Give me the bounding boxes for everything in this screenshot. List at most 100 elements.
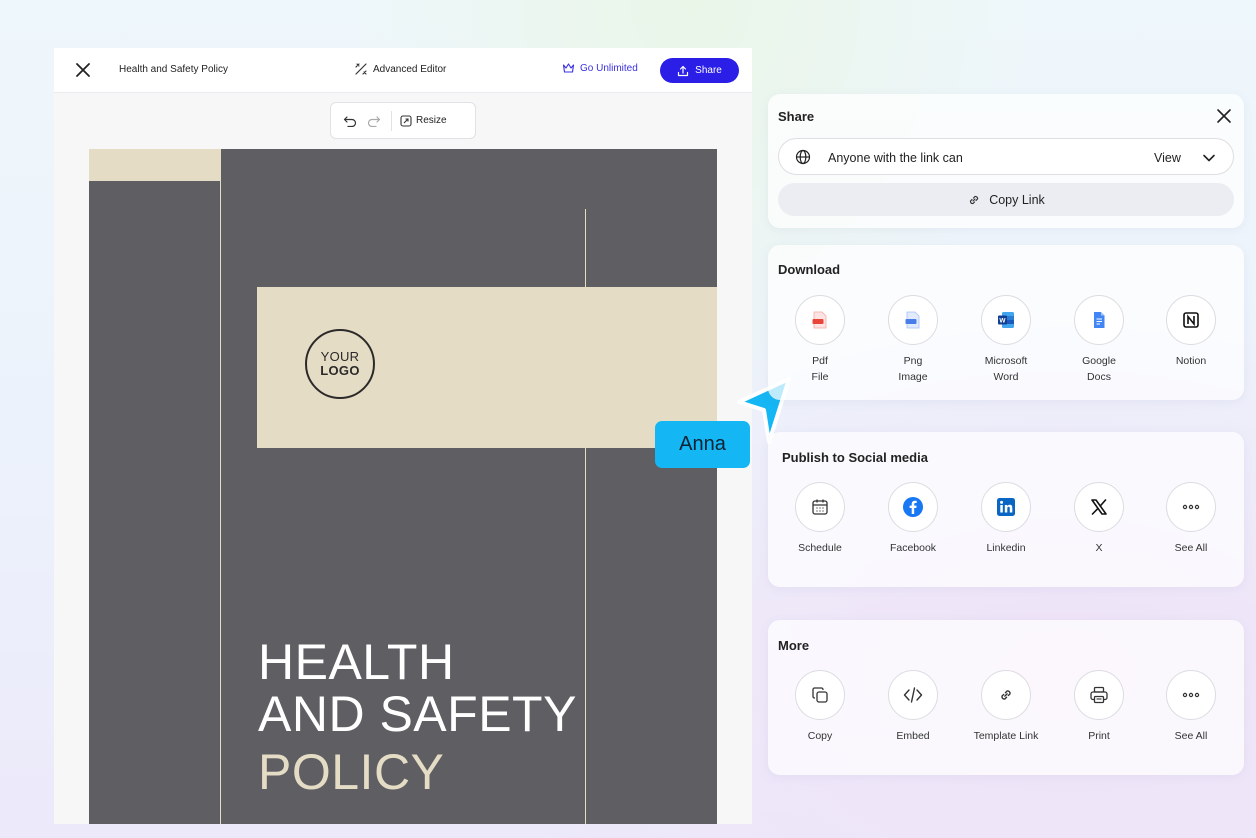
- advanced-editor-label: Advanced Editor: [373, 63, 447, 75]
- option-circle: [888, 482, 938, 532]
- canvas-toolbar: Resize: [330, 102, 476, 139]
- embed-option[interactable]: Embed: [868, 670, 958, 744]
- editor-topbar: Health and Safety Policy Advanced Editor…: [54, 48, 752, 93]
- option-label: Pdf File: [775, 353, 865, 385]
- close-icon[interactable]: [1216, 108, 1232, 124]
- undo-icon: [343, 115, 357, 127]
- app-frame: Health and Safety Policy Advanced Editor…: [0, 0, 1256, 838]
- social-options: Schedule Facebook Linkedin X See All: [778, 482, 1238, 582]
- option-circle: [795, 670, 845, 720]
- headline-line-3: POLICY: [258, 744, 445, 800]
- linkedin-option[interactable]: Linkedin: [961, 482, 1051, 556]
- template-link-option[interactable]: Template Link: [961, 670, 1051, 744]
- print-option[interactable]: Print: [1054, 670, 1144, 744]
- option-label-line-1: Microsoft: [984, 355, 1028, 367]
- upload-icon: [678, 65, 689, 76]
- document-canvas[interactable]: YOUR LOGO HEALTH AND SAFETY POLICY: [89, 149, 717, 824]
- logo-text-top: YOUR: [320, 349, 360, 364]
- see-all-more-option[interactable]: See All: [1146, 670, 1236, 744]
- document-title[interactable]: Health and Safety Policy: [119, 64, 228, 75]
- divider-line: [220, 149, 221, 824]
- option-circle: [888, 295, 938, 345]
- close-icon[interactable]: [74, 61, 92, 79]
- editor-window: Health and Safety Policy Advanced Editor…: [54, 48, 752, 824]
- resize-icon: [400, 114, 412, 127]
- pdf-file-icon: [812, 311, 827, 329]
- option-label: Template Link: [973, 730, 1039, 742]
- more-options: Copy Embed Template Link Print See All: [778, 670, 1238, 770]
- option-label: Embed: [896, 730, 930, 742]
- logo-text-bottom: LOGO: [320, 363, 360, 378]
- embed-code-icon: [903, 687, 923, 703]
- link-access-text: Anyone with the link can: [828, 151, 963, 165]
- download-panel-title: Download: [778, 262, 841, 277]
- share-button-label: Share: [695, 65, 722, 76]
- toolbar-divider: [391, 110, 392, 131]
- facebook-icon: [903, 497, 923, 517]
- option-circle: [1166, 482, 1216, 532]
- option-label: Copy: [807, 730, 833, 742]
- option-label: Notion: [1146, 353, 1236, 369]
- option-circle: [981, 670, 1031, 720]
- link-access-select[interactable]: Anyone with the link can View: [778, 138, 1234, 175]
- download-notion-option[interactable]: Notion: [1146, 295, 1236, 369]
- option-label-line-2: Word: [993, 371, 1019, 383]
- redo-icon: [367, 115, 381, 127]
- option-label: Facebook: [889, 542, 937, 554]
- logo-banner[interactable]: YOUR LOGO: [257, 287, 717, 448]
- option-circle: [1074, 670, 1124, 720]
- go-unlimited-label: Go Unlimited: [580, 62, 638, 74]
- document-headline[interactable]: HEALTH AND SAFETY POLICY: [258, 636, 577, 798]
- option-label: Microsoft Word: [961, 353, 1051, 385]
- option-label: Google Docs: [1054, 353, 1144, 385]
- facebook-option[interactable]: Facebook: [868, 482, 958, 556]
- redo-button[interactable]: [365, 112, 383, 130]
- go-unlimited-button[interactable]: Go Unlimited: [562, 62, 638, 74]
- download-google-docs-option[interactable]: Google Docs: [1054, 295, 1144, 385]
- download-panel: Download Pdf File Png Image W Microsoft …: [768, 245, 1244, 400]
- option-circle: [1074, 295, 1124, 345]
- download-png-option[interactable]: Png Image: [868, 295, 958, 385]
- advanced-editor-button[interactable]: Advanced Editor: [354, 62, 446, 76]
- linkedin-icon: [997, 498, 1015, 516]
- download-word-option[interactable]: W Microsoft Word: [961, 295, 1051, 385]
- x-icon: [1091, 499, 1107, 515]
- share-panel: Share Anyone with the link can View Copy…: [768, 94, 1244, 228]
- see-all-social-option[interactable]: See All: [1146, 482, 1236, 556]
- option-label: See All: [1174, 542, 1208, 554]
- option-circle: W: [981, 295, 1031, 345]
- copy-link-button[interactable]: Copy Link: [778, 183, 1234, 216]
- resize-button[interactable]: Resize: [400, 114, 447, 127]
- headline-line-1: HEALTH: [258, 634, 455, 690]
- more-icon: [1182, 692, 1200, 698]
- copy-option[interactable]: Copy: [775, 670, 865, 744]
- share-button[interactable]: Share: [660, 58, 739, 83]
- logo-placeholder[interactable]: YOUR LOGO: [305, 329, 375, 399]
- resize-label: Resize: [416, 115, 447, 126]
- x-option[interactable]: X: [1054, 482, 1144, 556]
- copy-link-label: Copy Link: [989, 192, 1045, 207]
- link-permission-value: View: [1154, 151, 1181, 165]
- option-label: Linkedin: [986, 542, 1026, 554]
- share-panel-title: Share: [778, 109, 815, 124]
- chevron-down-icon: [1203, 154, 1215, 162]
- option-circle: [795, 295, 845, 345]
- word-icon: W: [998, 312, 1014, 328]
- option-label: X: [1095, 542, 1103, 554]
- more-panel-title: More: [778, 638, 810, 653]
- svg-text:W: W: [999, 318, 1006, 325]
- copy-icon: [812, 687, 828, 703]
- option-circle: [981, 482, 1031, 532]
- option-circle: [1166, 295, 1216, 345]
- download-pdf-option[interactable]: Pdf File: [775, 295, 865, 385]
- option-label: See All: [1174, 730, 1208, 742]
- option-label-line-1: Notion: [1175, 355, 1207, 367]
- option-label-line-2: Docs: [1087, 371, 1111, 383]
- schedule-option[interactable]: Schedule: [775, 482, 865, 556]
- option-circle: [888, 670, 938, 720]
- social-panel-title: Publish to Social media: [782, 450, 928, 465]
- undo-button[interactable]: [341, 112, 359, 130]
- option-label: Print: [1088, 730, 1110, 742]
- option-label-line-1: Png: [903, 355, 923, 367]
- download-options: Pdf File Png Image W Microsoft Word Goog…: [778, 295, 1238, 395]
